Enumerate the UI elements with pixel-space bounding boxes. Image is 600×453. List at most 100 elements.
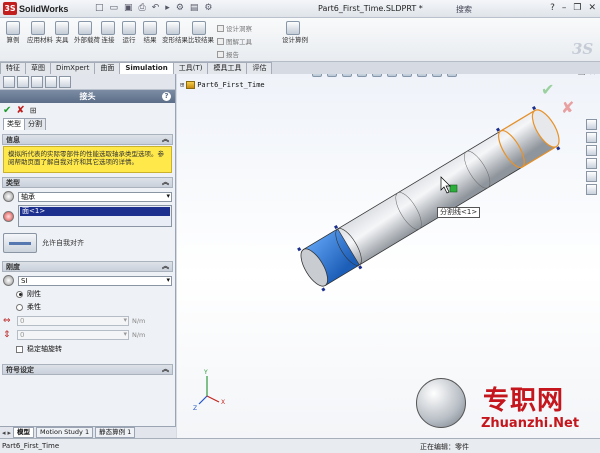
- unit-row: SI: [3, 275, 172, 286]
- tab-split[interactable]: 分割: [24, 118, 46, 130]
- deformed-result-button[interactable]: 变形结果: [162, 21, 188, 44]
- info-group-header[interactable]: 信息: [2, 134, 173, 145]
- stabilize-label: 稳定轴旋转: [27, 345, 62, 353]
- help-icon[interactable]: ?: [550, 3, 555, 13]
- selected-face-item[interactable]: 面<1>: [20, 207, 170, 216]
- allow-self-align-label: 允许自我对齐: [42, 239, 84, 247]
- undo-icon[interactable]: ↶: [152, 3, 160, 13]
- face-selection-list[interactable]: 面<1>: [18, 205, 172, 227]
- run-label: 运行: [122, 36, 136, 44]
- options-icon[interactable]: ⚙: [204, 3, 212, 13]
- keep-visible-icon[interactable]: ⊞: [30, 106, 37, 115]
- tab-type[interactable]: 类型: [3, 118, 25, 130]
- app-logo[interactable]: 3S SolidWorks: [3, 2, 68, 15]
- plot-tools-label: 图解工具: [226, 38, 252, 46]
- minimize-icon[interactable]: –: [562, 3, 567, 13]
- restore-icon[interactable]: ❐: [573, 3, 581, 13]
- tab-surfaces[interactable]: 曲面: [94, 62, 121, 74]
- display-manager-icon[interactable]: [59, 76, 71, 88]
- external-loads-button[interactable]: 外部载荷: [74, 21, 100, 44]
- self-align-row: 允许自我对齐: [3, 233, 172, 253]
- connections-label: 连接: [101, 36, 115, 44]
- tab-evaluate[interactable]: 评估: [246, 62, 273, 74]
- lateral-stiffness-input[interactable]: 0: [17, 330, 129, 340]
- open-file-icon[interactable]: ▭: [110, 3, 119, 13]
- handle-dot: [358, 265, 363, 270]
- command-tabs: 特征 草图 DimXpert 曲面 Simulation 工具(T) 模具工具 …: [0, 62, 285, 74]
- stabilize-rotation-checkbox[interactable]: 稳定轴旋转: [16, 344, 175, 354]
- split-line-marker-icon[interactable]: [449, 184, 458, 193]
- radio-flexible[interactable]: 柔性: [16, 302, 175, 312]
- tab-dimxpert[interactable]: DimXpert: [50, 62, 96, 74]
- property-manager-panel: 接头 ? ✔ ✘ ⊞ 类型 分割 信息 模拟所代表的实际零部件的性能选取轴承类型…: [0, 74, 176, 426]
- help-icon[interactable]: ?: [162, 92, 171, 101]
- dimxpert-manager-icon[interactable]: [45, 76, 57, 88]
- tab-model[interactable]: 模型: [13, 427, 35, 438]
- connector-type-icon: [3, 191, 14, 202]
- design-study-icon: [286, 21, 300, 35]
- compare-results-label: 比较结果: [188, 36, 214, 44]
- watermark-en: Zhuanzhi.Net: [481, 416, 580, 431]
- design-study-button[interactable]: 设计算例: [282, 21, 308, 44]
- feature-manager-icon[interactable]: [3, 76, 15, 88]
- select-icon[interactable]: ▸: [165, 3, 170, 13]
- reference-triad-icon: Y X Z: [193, 369, 225, 412]
- material-icon: [31, 21, 45, 35]
- unit-system-select[interactable]: SI: [18, 275, 172, 286]
- ok-icon[interactable]: ✔: [3, 105, 11, 116]
- design-insight-button[interactable]: 设计洞察: [217, 23, 252, 33]
- results-icon: [143, 21, 157, 35]
- tab-static-study[interactable]: 静态算例 1: [95, 427, 136, 438]
- apply-material-label: 应用材料: [27, 36, 53, 44]
- axial-stiffness-input[interactable]: 0: [17, 316, 129, 326]
- tab-motion-study[interactable]: Motion Study 1: [36, 427, 94, 438]
- split-line-callout[interactable]: 分割线<1>: [437, 207, 481, 218]
- results-button[interactable]: 结果: [142, 21, 158, 44]
- property-manager-icon[interactable]: [17, 76, 29, 88]
- configuration-manager-icon[interactable]: [31, 76, 43, 88]
- report-icon: [217, 50, 224, 58]
- save-icon[interactable]: ▣: [124, 3, 133, 13]
- tab-tools[interactable]: 工具(T): [172, 62, 209, 74]
- stiffness-group-header[interactable]: 刚度: [2, 261, 173, 272]
- tab-features[interactable]: 特征: [0, 62, 26, 74]
- connector-type-select[interactable]: 轴承: [18, 191, 172, 202]
- connector-subtabs: 类型 分割: [0, 118, 175, 130]
- plot-tools-button[interactable]: 图解工具: [217, 36, 252, 46]
- watermark-cn: 专职网: [483, 386, 565, 416]
- report-button[interactable]: 报告: [217, 49, 239, 59]
- radio-rigid[interactable]: 刚性: [16, 289, 175, 299]
- search-commands[interactable]: 搜索: [456, 4, 472, 15]
- run-button[interactable]: 运行: [121, 21, 137, 44]
- study-icon: [6, 21, 20, 35]
- cancel-icon[interactable]: ✘: [16, 105, 24, 116]
- nav-right-icon[interactable]: ▸: [8, 429, 12, 437]
- nav-left-icon[interactable]: ◂: [2, 429, 6, 437]
- study-button[interactable]: 算例: [5, 21, 21, 44]
- ds-logo-icon: 3S: [3, 2, 17, 15]
- type-group-header[interactable]: 类型: [2, 177, 173, 188]
- rebuild-icon[interactable]: ⚙: [176, 3, 184, 13]
- radio-rigid-dot: [16, 290, 23, 298]
- axial-stiffness-row: ⇔ 0 N/m: [3, 316, 172, 326]
- apply-material-button[interactable]: 应用材料: [27, 21, 53, 44]
- type-row: 轴承: [3, 191, 172, 202]
- tab-mold-tools[interactable]: 模具工具: [207, 62, 248, 74]
- file-properties-icon[interactable]: ▤: [190, 3, 199, 13]
- document-title: Part6_First_Time.SLDPRT *: [318, 4, 423, 13]
- compare-results-button[interactable]: 比较结果: [188, 21, 214, 44]
- tab-simulation[interactable]: Simulation: [119, 62, 174, 74]
- report-label: 报告: [226, 51, 239, 59]
- fixtures-button[interactable]: 夹具: [54, 21, 70, 44]
- allow-self-align-button[interactable]: [3, 233, 37, 253]
- symbol-settings-header[interactable]: 符号设定: [2, 364, 173, 375]
- close-icon[interactable]: ✕: [588, 3, 596, 13]
- run-icon: [122, 21, 136, 35]
- fixtures-label: 夹具: [55, 36, 69, 44]
- print-icon[interactable]: ⎙: [139, 3, 146, 13]
- tab-sketch[interactable]: 草图: [25, 62, 51, 74]
- new-file-icon[interactable]: □: [95, 3, 104, 13]
- site-watermark: 专职网 Zhuanzhi.Net: [413, 378, 600, 438]
- connections-button[interactable]: 连接: [100, 21, 116, 44]
- lateral-stiffness-row: ⇕ 0 N/m: [3, 330, 172, 340]
